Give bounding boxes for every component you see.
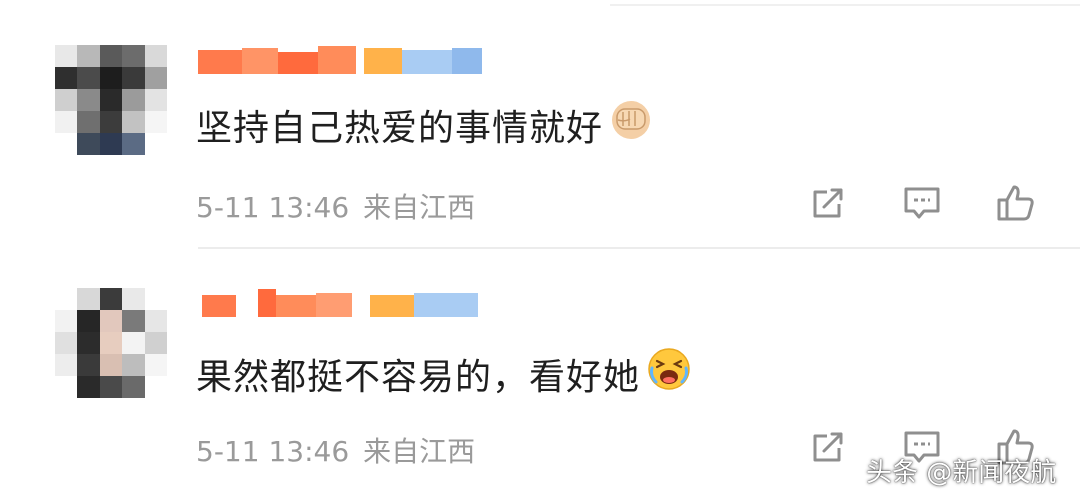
- share-icon: [813, 188, 843, 218]
- username-blurred[interactable]: [198, 287, 483, 321]
- comment-location: 来自江西: [363, 435, 476, 468]
- share-button[interactable]: [806, 181, 850, 225]
- crying-laughing-emoji: [646, 346, 692, 401]
- comment-text: 果然都挺不容易的，看好她: [196, 346, 692, 401]
- comment-location: 来自江西: [363, 191, 476, 224]
- comment-meta: 5-11 13:46 来自江西: [196, 186, 489, 226]
- avatar[interactable]: [55, 45, 167, 155]
- like-icon: [997, 185, 1034, 221]
- share-button[interactable]: [806, 425, 850, 469]
- comment-date: 5-11 13:46: [196, 435, 350, 468]
- comment-item: 坚持自己热爱的事情就好 5-11 13:46 来自江西: [0, 0, 1080, 250]
- reply-button[interactable]: [900, 181, 944, 225]
- share-icon: [813, 432, 843, 462]
- comment-meta: 5-11 13:46 来自江西: [196, 430, 489, 470]
- comment-date: 5-11 13:46: [196, 191, 350, 224]
- watermark: 头条 @新闻夜航: [866, 458, 1057, 488]
- comment-divider: [198, 247, 1080, 249]
- avatar[interactable]: [55, 288, 167, 398]
- fist-emoji: [609, 98, 653, 151]
- reply-icon: [904, 187, 940, 219]
- like-button[interactable]: [994, 181, 1038, 225]
- comment-text: 坚持自己热爱的事情就好: [196, 98, 653, 151]
- comment-list: 坚持自己热爱的事情就好 5-11 13:46 来自江西 果然都挺不容易的，看好她…: [0, 0, 1080, 502]
- username-blurred[interactable]: [198, 44, 483, 78]
